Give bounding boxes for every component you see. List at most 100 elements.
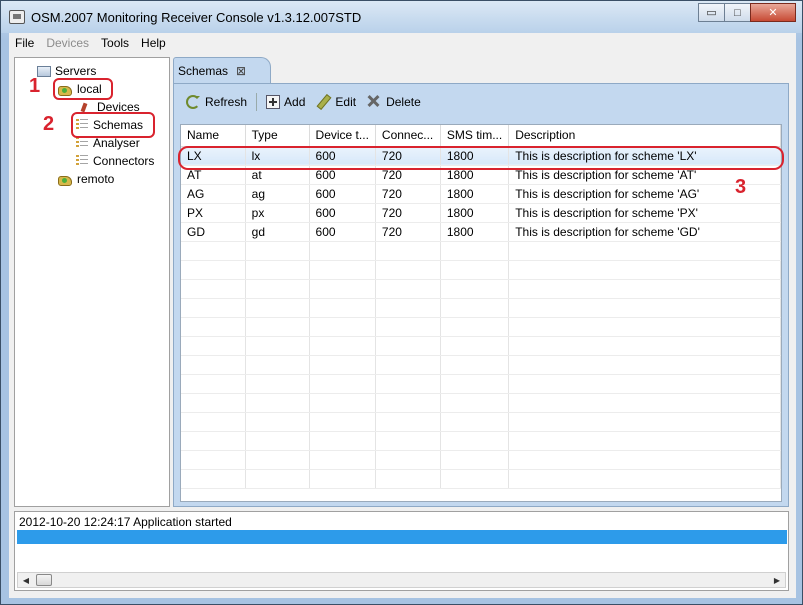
empty-row [181, 450, 781, 470]
menu-devices[interactable]: Devices [40, 36, 95, 50]
annotation-number-2: 2 [43, 113, 55, 135]
annotation-box-schemas [71, 112, 155, 138]
tree-label: remoto [77, 172, 115, 186]
tree-label: Servers [55, 64, 97, 78]
list-icon [75, 154, 89, 168]
column-header-description[interactable]: Description [508, 125, 781, 147]
column-header-name[interactable]: Name [181, 125, 246, 147]
close-button[interactable]: ✕ [750, 3, 796, 22]
refresh-icon [185, 94, 201, 110]
log-entry: 2012-10-20 12:24:17 Application started [19, 515, 232, 529]
app-window: OSM.2007 Monitoring Receiver Console v1.… [0, 0, 803, 605]
app-icon [9, 10, 25, 24]
column-header-connection[interactable]: Connec... [375, 125, 441, 147]
toolbar-separator [256, 93, 258, 111]
edit-button[interactable]: Edit [310, 94, 361, 110]
delete-label: Delete [386, 95, 421, 109]
menu-tools[interactable]: Tools [95, 36, 135, 50]
cell-device-timeout: 600 [309, 222, 376, 242]
empty-row [181, 336, 781, 356]
menu-bar: File Devices Tools Help [9, 33, 796, 53]
scroll-thumb[interactable] [36, 574, 52, 586]
list-icon [75, 136, 89, 150]
cell-name: AG [181, 184, 246, 204]
empty-row [181, 260, 781, 280]
maximize-button[interactable]: □ [724, 3, 751, 22]
empty-row [181, 431, 781, 451]
cell-connection: 720 [375, 203, 441, 223]
cell-description: This is description for scheme 'PX' [508, 203, 781, 223]
empty-row [181, 355, 781, 375]
refresh-label: Refresh [205, 95, 248, 109]
delete-button[interactable]: Delete [361, 94, 426, 110]
server-tree: Servers local Devices Schemas Analyser C… [14, 57, 170, 507]
log-selection-bar[interactable] [17, 530, 787, 544]
delete-icon [366, 94, 382, 110]
empty-row [181, 241, 781, 261]
table-row[interactable]: AG ag 600 720 1800 This is description f… [181, 184, 781, 204]
cell-sms-timeout: 1800 [440, 203, 510, 223]
menu-help[interactable]: Help [135, 36, 172, 50]
add-label: Add [284, 95, 306, 109]
schemas-table: Name Type Device t... Connec... SMS tim.… [180, 124, 782, 502]
tab-close-icon[interactable]: ⊠ [236, 64, 246, 78]
cell-sms-timeout: 1800 [440, 184, 510, 204]
column-header-type[interactable]: Type [245, 125, 310, 147]
edit-icon [315, 94, 331, 110]
scroll-left-icon[interactable]: ◀ [18, 573, 34, 587]
maximize-icon: □ [734, 6, 741, 19]
title-bar[interactable]: OSM.2007 Monitoring Receiver Console v1.… [1, 1, 802, 33]
cell-type: gd [245, 222, 310, 242]
minimize-button[interactable]: ▭ [698, 3, 725, 22]
annotation-number-1: 1 [29, 75, 41, 97]
cell-type: px [245, 203, 310, 223]
horizontal-scrollbar[interactable]: ◀ ▶ [17, 572, 786, 588]
empty-row [181, 469, 781, 489]
empty-row [181, 279, 781, 299]
empty-row [181, 374, 781, 394]
tree-label: Connectors [93, 154, 155, 168]
table-row[interactable]: GD gd 600 720 1800 This is description f… [181, 222, 781, 242]
empty-row [181, 412, 781, 432]
window-controls: ▭ □ ✕ [698, 3, 796, 22]
cell-name: GD [181, 222, 246, 242]
edit-label: Edit [335, 95, 357, 109]
scroll-right-icon[interactable]: ▶ [769, 573, 785, 587]
table-row[interactable]: PX px 600 720 1800 This is description f… [181, 203, 781, 223]
cell-connection: 720 [375, 222, 441, 242]
client-area: Servers local Devices Schemas Analyser C… [9, 53, 796, 598]
annotation-box-row [178, 146, 784, 170]
empty-row [181, 317, 781, 337]
cell-connection: 720 [375, 184, 441, 204]
tab-schemas[interactable]: Schemas ⊠ [173, 57, 271, 84]
column-header-device-timeout[interactable]: Device t... [309, 125, 376, 147]
close-icon: ✕ [768, 7, 778, 19]
column-header-sms-timeout[interactable]: SMS tim... [440, 125, 510, 147]
add-icon [266, 95, 281, 109]
toolbar: Refresh Add Edit Delete [180, 90, 426, 114]
cell-description: This is description for scheme 'GD' [508, 222, 781, 242]
cell-device-timeout: 600 [309, 184, 376, 204]
cell-name: PX [181, 203, 246, 223]
menu-file[interactable]: File [9, 36, 40, 50]
tree-item-servers[interactable]: Servers [37, 63, 96, 79]
empty-row [181, 393, 781, 413]
schemas-panel: Schemas ⊠ Refresh Add Edit Delete Name T… [173, 57, 789, 507]
server-icon [57, 173, 73, 186]
refresh-button[interactable]: Refresh [180, 94, 252, 110]
cell-device-timeout: 600 [309, 203, 376, 223]
tab-content: Refresh Add Edit Delete Name Type Device… [173, 83, 789, 507]
window-title: OSM.2007 Monitoring Receiver Console v1.… [31, 10, 362, 25]
empty-row [181, 298, 781, 318]
table-header-row: Name Type Device t... Connec... SMS tim.… [181, 125, 781, 147]
log-panel: 2012-10-20 12:24:17 Application started … [14, 511, 789, 591]
annotation-number-3: 3 [735, 176, 747, 198]
add-button[interactable]: Add [261, 95, 310, 109]
tree-label: Analyser [93, 136, 140, 150]
tree-item-connectors[interactable]: Connectors [75, 153, 154, 169]
cell-sms-timeout: 1800 [440, 222, 510, 242]
tab-label: Schemas [178, 64, 229, 78]
minimize-icon: ▭ [706, 7, 717, 19]
annotation-box-local [53, 78, 113, 100]
tree-item-remoto[interactable]: remoto [57, 171, 114, 187]
